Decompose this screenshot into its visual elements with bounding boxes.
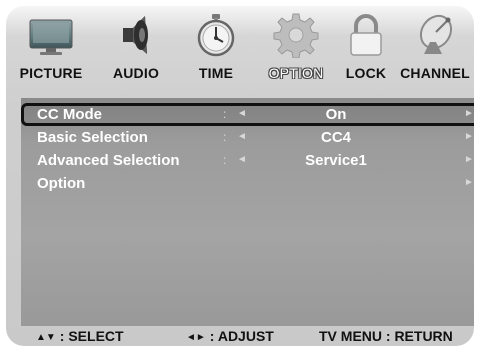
row-label: Basic Selection bbox=[37, 129, 148, 146]
row-label: Advanced Selection bbox=[37, 152, 180, 169]
left-arrow-icon[interactable]: ◄ bbox=[237, 131, 247, 142]
tab-picture[interactable]: PICTURE bbox=[6, 6, 96, 86]
adjust-hint: ◄►: ADJUST bbox=[186, 328, 274, 344]
menu-tab-bar: PICTURE AUDIO TIME OPTION LOCK CHANNEL bbox=[6, 6, 474, 86]
select-hint: ▲▼: SELECT bbox=[36, 328, 124, 344]
right-arrow-icon[interactable]: ► bbox=[464, 108, 474, 119]
tv-osd-menu: PICTURE AUDIO TIME OPTION LOCK CHANNEL C… bbox=[6, 6, 474, 346]
row-value: Service1 bbox=[305, 152, 367, 169]
tab-lock[interactable]: LOCK bbox=[336, 6, 396, 86]
adjust-hint-label: : ADJUST bbox=[209, 328, 274, 344]
up-down-arrows-icon: ▲▼ bbox=[36, 332, 56, 343]
row-separator: : bbox=[223, 130, 227, 144]
right-arrow-icon[interactable]: ► bbox=[464, 131, 474, 142]
padlock-icon bbox=[350, 14, 382, 56]
speaker-icon bbox=[123, 16, 148, 54]
left-arrow-icon[interactable]: ◄ bbox=[237, 108, 247, 119]
gear-icon bbox=[273, 13, 319, 58]
menu-row-cc-mode[interactable]: CC Mode : ◄ On ► bbox=[21, 103, 474, 126]
menu-row-advanced-selection[interactable]: Advanced Selection : ◄ Service1 ► bbox=[21, 149, 474, 172]
row-separator: : bbox=[223, 153, 227, 167]
satellite-dish-icon bbox=[419, 14, 453, 54]
tab-time[interactable]: TIME bbox=[176, 6, 256, 86]
tab-label: CHANNEL bbox=[400, 65, 470, 81]
row-label: CC Mode bbox=[37, 106, 102, 123]
row-label: Option bbox=[37, 175, 86, 192]
tab-label: LOCK bbox=[345, 65, 387, 81]
tab-option[interactable]: OPTION bbox=[256, 6, 336, 86]
return-hint: TV MENU : RETURN bbox=[319, 328, 453, 344]
row-value: On bbox=[325, 106, 347, 123]
right-arrow-icon[interactable]: ► bbox=[464, 177, 474, 188]
row-separator: : bbox=[223, 107, 227, 121]
monitor-icon bbox=[29, 19, 73, 55]
tab-label: PICTURE bbox=[19, 65, 83, 81]
stopwatch-icon bbox=[197, 14, 235, 57]
menu-row-basic-selection[interactable]: Basic Selection : ◄ CC4 ► bbox=[21, 126, 474, 149]
option-settings-panel: CC Mode : ◄ On ► Basic Selection : ◄ CC4… bbox=[21, 98, 474, 326]
tab-label: TIME bbox=[198, 65, 234, 81]
left-right-arrows-icon: ◄► bbox=[186, 332, 206, 343]
footer-hint-bar: ▲▼: SELECT ◄►: ADJUST TV MENU : RETURN bbox=[6, 328, 474, 346]
tab-label: OPTION bbox=[268, 65, 324, 81]
tab-label: AUDIO bbox=[112, 65, 160, 81]
left-arrow-icon[interactable]: ◄ bbox=[237, 154, 247, 165]
row-value: CC4 bbox=[320, 129, 351, 146]
tab-channel[interactable]: CHANNEL bbox=[396, 6, 474, 86]
tab-audio[interactable]: AUDIO bbox=[96, 6, 176, 86]
select-hint-label: : SELECT bbox=[59, 328, 124, 344]
menu-row-option[interactable]: Option ► bbox=[21, 172, 474, 195]
right-arrow-icon[interactable]: ► bbox=[464, 154, 474, 165]
